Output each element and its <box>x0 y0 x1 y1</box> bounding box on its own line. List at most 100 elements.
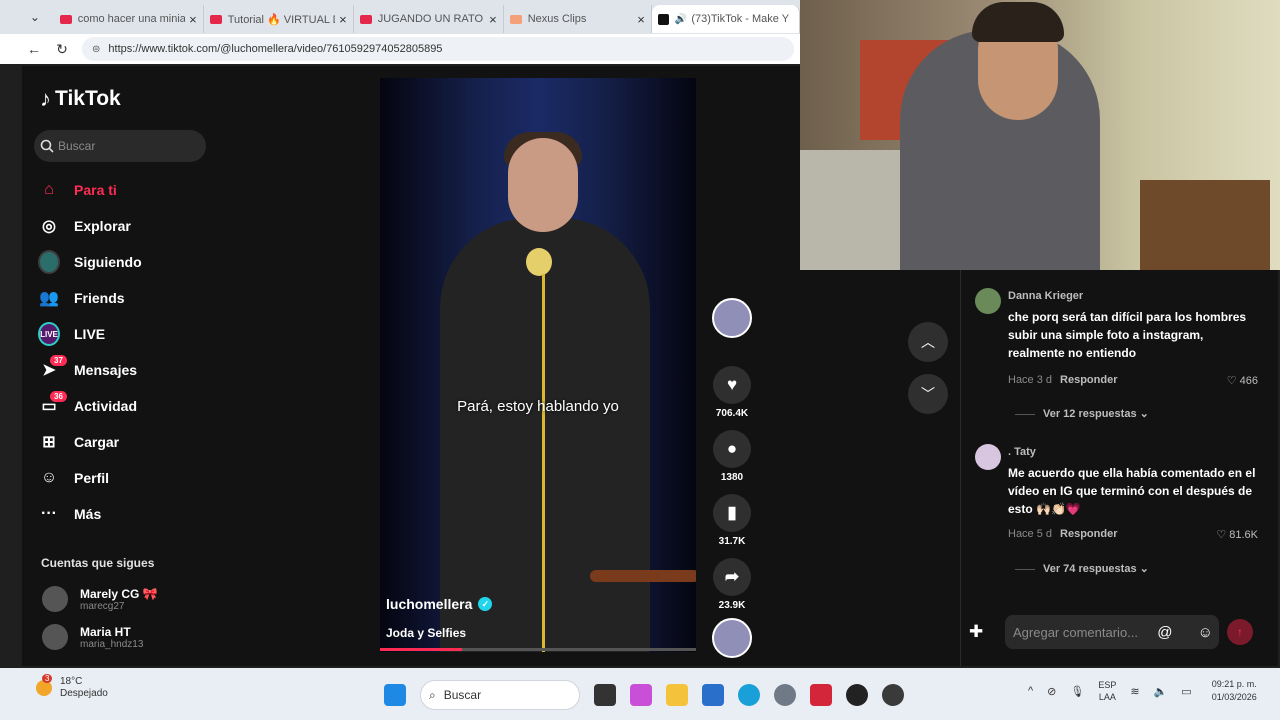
comment-meta: Hace 3 d Responder ♡ 466 <box>1008 374 1258 387</box>
progress-fill <box>380 648 463 651</box>
following-icon <box>38 250 60 274</box>
avatar[interactable] <box>975 288 1001 314</box>
location-off-icon[interactable]: ⊘ <box>1047 685 1056 698</box>
site-info-icon[interactable]: ⊜ <box>92 44 100 55</box>
video-description: Joda y Selfies <box>386 626 467 640</box>
url-field[interactable]: ⊜ https://www.tiktok.com/@luchomellera/v… <box>82 37 794 61</box>
bookmark-icon: ▮ <box>713 494 751 532</box>
clock[interactable]: 09:21 p. m. 01/03/2026 <box>1212 678 1257 704</box>
reply-button[interactable]: Responder <box>1060 374 1117 387</box>
file-explorer-icon[interactable] <box>666 684 688 706</box>
windows-start-icon[interactable] <box>384 684 406 706</box>
system-tray: ^ ⊘ 🎙 ESP LAA ≋ 🔈 ▭ 09:21 p. m. 01/03/2026 <box>1028 678 1257 704</box>
sidebar-item-siguiendo[interactable]: Siguiendo <box>38 244 142 280</box>
comment-button[interactable]: ● 1380 <box>712 430 752 483</box>
like-button[interactable]: ♥ 706.4K <box>712 366 752 419</box>
verified-icon: ✓ <box>478 597 493 611</box>
edge-icon[interactable] <box>738 684 760 706</box>
view-replies-button[interactable]: Ver 74 respuestas ⌄ <box>1015 562 1149 575</box>
chevron-up-icon[interactable]: ︿ <box>908 322 948 362</box>
weather-widget[interactable]: 3 18°C Despejado <box>36 674 108 700</box>
close-icon[interactable]: × <box>189 12 197 27</box>
video-player[interactable]: Pará, estoy hablando yo luchomellera ✓ Jo… <box>380 78 696 652</box>
comment-username[interactable]: . Taty <box>1008 446 1036 458</box>
comment-meta: Hace 5 d Responder ♡ 81.6K <box>1008 528 1258 541</box>
comment-text: Me acuerdo que ella había comentado en e… <box>1008 466 1256 516</box>
sidebar-item-mas[interactable]: ··· Más <box>38 496 142 532</box>
browser-tab[interactable]: como hacer una miniat × <box>54 5 204 33</box>
emoji-icon[interactable]: ☺ <box>1198 624 1213 641</box>
webcam-overlay <box>800 0 1280 270</box>
sidebar-item-para-ti[interactable]: ⌂ Para ti <box>38 172 142 208</box>
comment-input-bar: ✚ Agregar comentario... @ ☺ ↑ <box>969 614 1269 650</box>
store-icon[interactable] <box>702 684 724 706</box>
volume-icon[interactable]: 🔈 <box>1154 685 1168 698</box>
add-media-icon[interactable]: ✚ <box>969 622 999 642</box>
speaker-icon[interactable]: 🔊 <box>675 14 687 25</box>
settings-icon[interactable] <box>774 684 796 706</box>
address-bar: ← ↻ ⊜ https://www.tiktok.com/@luchomelle… <box>0 34 800 64</box>
reply-button[interactable]: Responder <box>1060 528 1117 541</box>
comment-like-button[interactable]: ♡ 466 <box>1227 374 1258 387</box>
nexus-icon <box>509 14 522 24</box>
heart-outline-icon: ♡ <box>1226 375 1237 387</box>
browser-tab[interactable]: Nexus Clips × <box>504 5 652 33</box>
chevron-down-icon[interactable]: ﹀ <box>908 374 948 414</box>
app-icon[interactable] <box>810 684 832 706</box>
view-replies-button[interactable]: Ver 12 respuestas ⌄ <box>1015 407 1149 420</box>
wifi-icon[interactable]: ≋ <box>1130 685 1139 698</box>
sidebar-item-explorar[interactable]: ◎ Explorar <box>38 208 142 244</box>
taskbar-apps: ⌕ Buscar <box>384 680 918 710</box>
sidebar-item-cargar[interactable]: ⊞ Cargar <box>38 424 142 460</box>
language-indicator[interactable]: ESP LAA <box>1098 679 1116 703</box>
browser-tab[interactable]: Tutorial 🔥 VIRTUAL D × <box>204 5 354 33</box>
comment-username[interactable]: Danna Krieger <box>1008 290 1083 302</box>
upload-icon: ⊞ <box>42 434 56 451</box>
comment-like-button[interactable]: ♡ 81.6K <box>1216 528 1258 541</box>
reload-icon[interactable]: ↻ <box>48 41 76 58</box>
media-player-icon[interactable] <box>846 684 868 706</box>
copilot-icon[interactable] <box>630 684 652 706</box>
video-author[interactable]: luchomellera ✓ <box>386 596 493 612</box>
battery-icon[interactable]: ▭ <box>1181 685 1191 698</box>
activity-icon: ▭ 36 <box>38 391 67 417</box>
tiktok-logo[interactable]: ♪ TikTok <box>40 86 121 112</box>
author-avatar[interactable] <box>712 298 752 338</box>
mention-icon[interactable]: @ <box>1157 624 1172 641</box>
tab-list-dropdown[interactable]: ⌄ <box>24 6 46 28</box>
youtube-icon <box>59 14 72 24</box>
sidebar-item-friends[interactable]: 👥 Friends <box>38 280 142 316</box>
comment-input[interactable]: Agregar comentario... @ ☺ <box>1005 615 1219 649</box>
friends-icon: 👥 <box>39 290 59 307</box>
following-user[interactable]: Maria HT maria_hndz13 <box>42 624 143 650</box>
send-button[interactable]: ↑ <box>1227 619 1253 645</box>
video-progress-bar[interactable] <box>380 648 696 651</box>
close-icon[interactable]: × <box>339 12 347 27</box>
video-frame-figure <box>440 218 650 652</box>
sidebar-item-live[interactable]: LIVE LIVE <box>38 316 142 352</box>
chevron-up-icon[interactable]: ^ <box>1028 685 1033 697</box>
comment-icon: ● <box>713 430 751 468</box>
back-icon[interactable]: ← <box>20 41 48 57</box>
url-text: https://www.tiktok.com/@luchomellera/vid… <box>108 43 443 55</box>
share-button[interactable]: ➦ 23.9K <box>712 558 752 611</box>
avatar[interactable] <box>975 444 1001 470</box>
share-icon: ➦ <box>713 558 751 596</box>
obs-icon[interactable] <box>882 684 904 706</box>
following-user[interactable]: Marely CG 🎀 marecg27 <box>42 586 158 612</box>
close-icon[interactable]: × <box>489 12 497 27</box>
microphone-icon[interactable]: 🎙 <box>1070 685 1084 698</box>
task-view-icon[interactable] <box>594 684 616 706</box>
music-disc[interactable] <box>712 618 752 658</box>
search-icon <box>40 139 54 153</box>
browser-tab-active[interactable]: 🔊 (73)TikTok - Make Y <box>651 5 801 33</box>
taskbar-search[interactable]: ⌕ Buscar <box>420 680 580 710</box>
messages-icon: ➤ 37 <box>38 355 67 381</box>
browser-tab[interactable]: JUGANDO UN RATO - Y× <box>354 5 504 33</box>
search-input[interactable]: Buscar <box>34 130 206 162</box>
sidebar-item-actividad[interactable]: ▭ 36 Actividad <box>38 388 142 424</box>
sidebar-item-perfil[interactable]: ☺ Perfil <box>38 460 142 496</box>
close-icon[interactable]: × <box>637 12 645 27</box>
sidebar-item-mensajes[interactable]: ➤ 37 Mensajes <box>38 352 142 388</box>
save-button[interactable]: ▮ 31.7K <box>712 494 752 547</box>
